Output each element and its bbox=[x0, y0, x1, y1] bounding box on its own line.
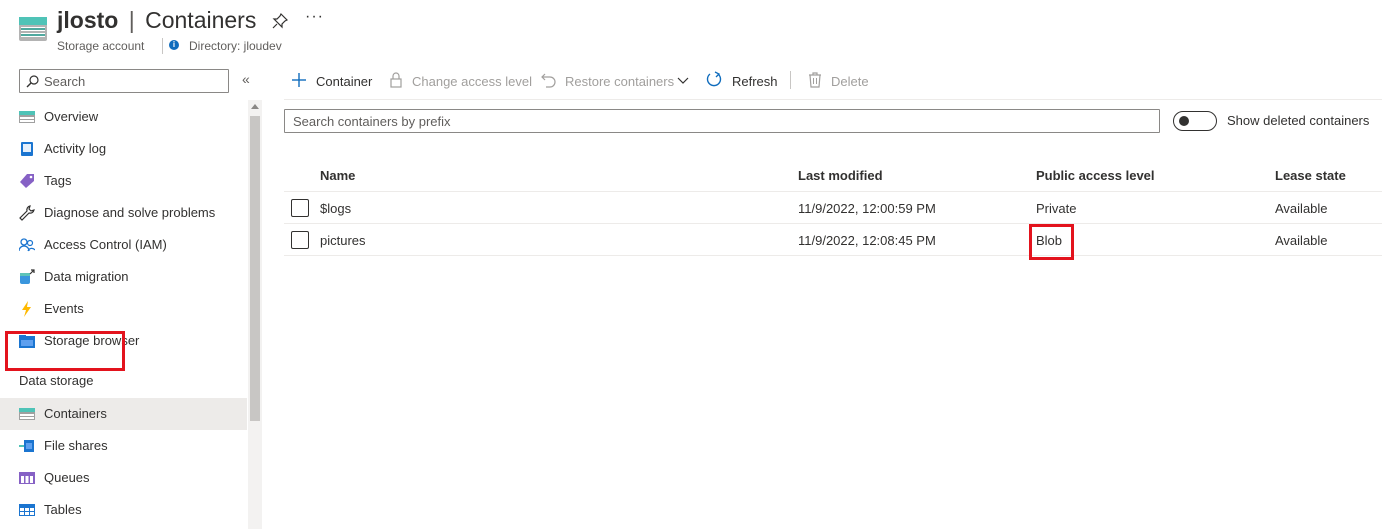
sidebar: « Overview Activity log Tags Diagnose an… bbox=[0, 62, 264, 529]
sidebar-item-label: Events bbox=[44, 301, 84, 316]
storage-browser-icon bbox=[19, 335, 35, 348]
access-level-cell: Blob bbox=[1036, 233, 1063, 248]
sidebar-item-label: Access Control (IAM) bbox=[44, 237, 167, 252]
sidebar-item-tags[interactable]: Tags bbox=[0, 165, 247, 197]
column-header-last-modified[interactable]: Last modified bbox=[798, 168, 883, 183]
sidebar-item-activity-log[interactable]: Activity log bbox=[0, 133, 247, 165]
trash-icon bbox=[809, 72, 821, 88]
pin-icon[interactable] bbox=[272, 13, 288, 29]
sidebar-item-label: Tags bbox=[44, 173, 72, 188]
people-icon bbox=[19, 238, 35, 252]
queues-icon bbox=[19, 472, 35, 484]
sidebar-item-label: Data migration bbox=[44, 269, 129, 284]
file-shares-icon bbox=[19, 440, 34, 452]
lightning-icon bbox=[22, 301, 31, 317]
sidebar-item-label: Containers bbox=[44, 406, 107, 421]
lock-icon bbox=[390, 72, 402, 88]
scroll-up-icon[interactable] bbox=[251, 104, 259, 109]
container-name-link[interactable]: $logs bbox=[320, 201, 351, 216]
sidebar-search-input[interactable] bbox=[44, 72, 224, 90]
sidebar-item-events[interactable]: Events bbox=[0, 293, 247, 325]
refresh-button[interactable]: Refresh bbox=[706, 70, 778, 92]
table-row[interactable]: $logs 11/9/2022, 12:00:59 PM Private Ava… bbox=[284, 192, 1382, 224]
container-name-link[interactable]: pictures bbox=[320, 233, 366, 248]
restore-containers-button[interactable]: Restore containers bbox=[541, 70, 691, 92]
sidebar-item-data-migration[interactable]: Data migration bbox=[0, 261, 247, 293]
column-header-public-access[interactable]: Public access level bbox=[1036, 168, 1155, 183]
command-bar: Container Change access level Restore co… bbox=[284, 62, 1382, 100]
sidebar-item-label: Overview bbox=[44, 109, 99, 124]
toolbar-separator bbox=[790, 71, 791, 89]
last-modified-cell: 11/9/2022, 12:00:59 PM bbox=[798, 201, 936, 216]
sidebar-item-label: File shares bbox=[44, 438, 108, 453]
sidebar-item-label: Diagnose and solve problems bbox=[44, 205, 216, 220]
section-title-data-storage: Data storage bbox=[19, 373, 94, 388]
search-icon bbox=[26, 75, 39, 88]
show-deleted-toggle[interactable] bbox=[1173, 111, 1217, 131]
data-migration-icon bbox=[20, 269, 35, 284]
title-separator: | bbox=[128, 7, 135, 33]
undo-icon bbox=[541, 73, 556, 88]
sidebar-item-access-control[interactable]: Access Control (IAM) bbox=[0, 229, 247, 261]
table-row[interactable]: pictures 11/9/2022, 12:08:45 PM Blob Ava… bbox=[284, 224, 1382, 256]
lease-state-cell: Available bbox=[1275, 201, 1328, 216]
sidebar-item-overview[interactable]: Overview bbox=[0, 101, 247, 133]
page-header: jlosto | Containers ··· Storage account … bbox=[0, 0, 1382, 62]
storage-icon bbox=[19, 111, 35, 123]
sidebar-item-label: Queues bbox=[44, 470, 90, 485]
column-header-lease-state[interactable]: Lease state bbox=[1275, 168, 1346, 183]
resource-type: Storage account bbox=[57, 39, 145, 53]
containers-icon bbox=[19, 408, 35, 420]
storage-account-icon bbox=[19, 17, 47, 41]
tag-icon bbox=[20, 174, 34, 188]
container-prefix-search[interactable] bbox=[284, 109, 1160, 133]
sidebar-item-label: Storage browser bbox=[44, 333, 140, 348]
wrench-icon bbox=[19, 205, 35, 221]
tables-icon bbox=[19, 504, 35, 516]
activity-log-icon bbox=[21, 142, 33, 156]
change-access-level-button[interactable]: Change access level bbox=[388, 70, 532, 92]
page-name: Containers bbox=[145, 7, 257, 33]
sidebar-item-label: Tables bbox=[44, 502, 82, 517]
directory-label: Directory: jloudev bbox=[189, 39, 282, 53]
plus-icon bbox=[292, 73, 306, 87]
sidebar-item-diagnose[interactable]: Diagnose and solve problems bbox=[0, 197, 247, 229]
sidebar-search[interactable] bbox=[19, 69, 229, 93]
add-container-button[interactable]: Container bbox=[291, 70, 381, 92]
sidebar-item-label: Activity log bbox=[44, 141, 107, 156]
toggle-knob bbox=[1179, 116, 1189, 126]
chevron-down-icon bbox=[677, 77, 689, 84]
sidebar-item-file-shares[interactable]: File shares bbox=[0, 430, 247, 462]
sidebar-item-containers[interactable]: Containers bbox=[0, 398, 247, 430]
resource-name: jlosto bbox=[57, 7, 119, 33]
sidebar-item-tables[interactable]: Tables bbox=[0, 494, 247, 526]
lease-state-cell: Available bbox=[1275, 233, 1328, 248]
table-header: Name Last modified Public access level L… bbox=[284, 158, 1382, 192]
sidebar-item-storage-browser[interactable]: Storage browser bbox=[0, 325, 247, 357]
last-modified-cell: 11/9/2022, 12:08:45 PM bbox=[798, 233, 936, 248]
more-options-button[interactable]: ··· bbox=[305, 8, 324, 26]
show-deleted-label: Show deleted containers bbox=[1227, 113, 1370, 128]
container-prefix-input[interactable] bbox=[293, 112, 1153, 130]
access-level-cell: Private bbox=[1036, 201, 1077, 216]
collapse-sidebar-button[interactable]: « bbox=[242, 71, 250, 87]
header-divider bbox=[162, 38, 163, 54]
sidebar-scrollbar[interactable] bbox=[248, 100, 262, 529]
row-checkbox[interactable] bbox=[291, 231, 309, 249]
refresh-icon bbox=[706, 71, 722, 87]
column-header-name[interactable]: Name bbox=[320, 168, 355, 183]
sidebar-item-queues[interactable]: Queues bbox=[0, 462, 247, 494]
delete-button[interactable]: Delete bbox=[807, 70, 877, 92]
scrollbar-thumb[interactable] bbox=[250, 116, 260, 421]
page-title: jlosto | Containers bbox=[57, 7, 256, 34]
info-icon: i bbox=[169, 40, 179, 50]
row-checkbox[interactable] bbox=[291, 199, 309, 217]
